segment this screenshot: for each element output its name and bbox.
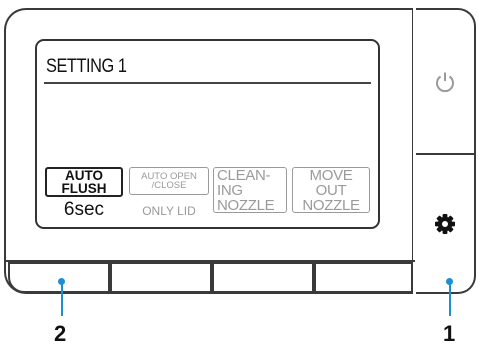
auto-open-value: ONLY LID (142, 204, 196, 218)
softkey-cleaning-line-1: CLEAN- (217, 166, 271, 184)
softkey-auto-open-line-2: /CLOSE (151, 180, 187, 191)
callout-2-number: 2 (54, 321, 67, 346)
softkey-auto-flush-line-1: AUTO (64, 167, 103, 183)
softkey-cleaning-line-3: NOZZLE (217, 196, 275, 214)
control-panel: SETTING 1 AUTO FLUSH 6sec AUTO OPEN /CLO… (4, 8, 415, 294)
gear-icon (435, 213, 455, 234)
settings-button[interactable] (416, 155, 474, 292)
physical-softkey-2[interactable] (110, 262, 212, 293)
display-title: SETTING 1 (46, 56, 127, 77)
power-button[interactable] (416, 10, 474, 153)
callout-2-line (61, 282, 63, 316)
softkey-move-out-line-3: NOZZLE (302, 196, 360, 214)
physical-softkey-3[interactable] (212, 262, 314, 293)
softkey-cleaning-line-2: ING (217, 181, 243, 199)
callout-1-number: 1 (443, 321, 456, 346)
softkey-cleaning-nozzle: CLEAN- ING NOZZLE (213, 167, 287, 213)
physical-softkey-4[interactable] (314, 262, 413, 293)
softkey-move-out-nozzle: MOVE OUT NOZZLE (292, 167, 370, 213)
auto-flush-value: 6sec (63, 199, 105, 220)
softkey-auto-open-close: AUTO OPEN /CLOSE (129, 167, 209, 195)
power-icon (436, 72, 454, 92)
softkey-auto-flush: AUTO FLUSH (45, 167, 123, 197)
side-button-column (416, 8, 476, 294)
softkey-auto-flush-line-2: FLUSH (61, 181, 107, 196)
physical-softkeys (8, 262, 413, 293)
softkey-move-out-line-1: MOVE (309, 166, 353, 184)
softkey-move-out-line-2: OUT (315, 181, 347, 199)
callout-1-line (449, 282, 451, 316)
lcd-display: SETTING 1 AUTO FLUSH 6sec AUTO OPEN /CLO… (35, 39, 380, 229)
title-divider (44, 82, 371, 84)
